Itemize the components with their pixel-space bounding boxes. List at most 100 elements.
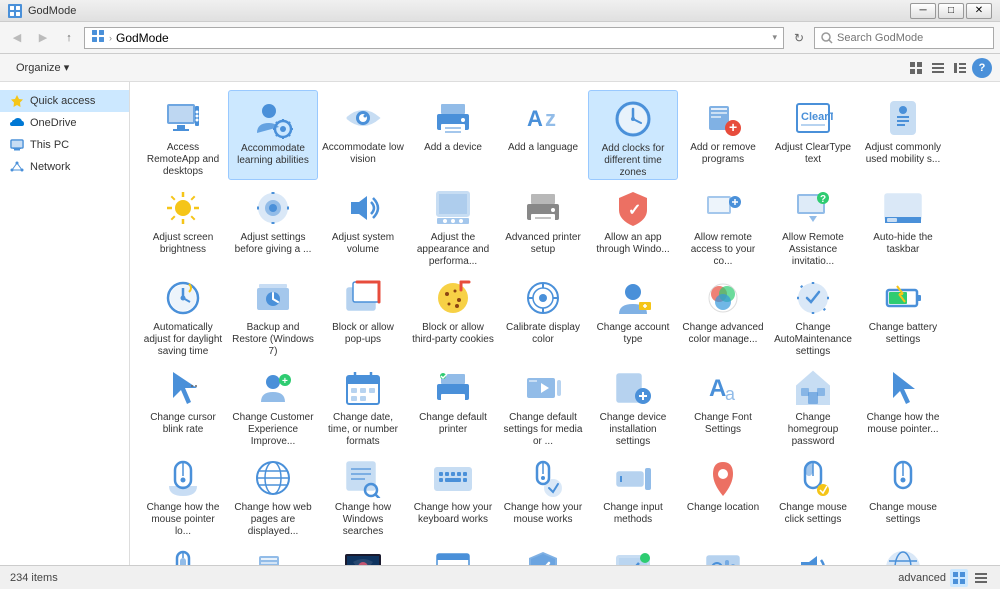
onedrive-icon (10, 116, 24, 130)
icon-item-change-mouse-settings[interactable]: Change mouse settings (858, 450, 948, 540)
icon-item-change-how-mouse[interactable]: Change how the mouse pointer... (858, 360, 948, 450)
onedrive-label: OneDrive (30, 117, 76, 129)
icon-item-calibrate-display[interactable]: Calibrate display color (498, 270, 588, 360)
icon-item-change-web-pages[interactable]: Change how web pages are displayed... (228, 450, 318, 540)
icon-item-allow-remote-assist[interactable]: ? Allow Remote Assistance invitatio... (768, 180, 858, 270)
icon-item-change-battery[interactable]: Change battery settings (858, 270, 948, 360)
organize-button[interactable]: Organize ▾ (8, 57, 77, 79)
icon-label-adjust-commonly: Adjust commonly used mobility s... (862, 142, 944, 166)
icon-item-change-mouse-click[interactable]: Change mouse click settings (768, 450, 858, 540)
icon-image-change-smartscreen (613, 548, 653, 565)
icon-item-change-auto-maintenance[interactable]: Change AutoMaintenance settings (768, 270, 858, 360)
refresh-button[interactable]: ↻ (788, 27, 810, 49)
close-button[interactable]: ✕ (966, 3, 992, 19)
icon-item-change-homegroup-pw[interactable]: Change homegroup password (768, 360, 858, 450)
icon-item-block-allow-popup[interactable]: Block or allow pop-ups (318, 270, 408, 360)
icon-image-change-auto-maintenance (793, 278, 833, 318)
icon-label-adjust-cleartype: Adjust ClearType text (772, 142, 854, 166)
icon-item-change-search-options[interactable]: Change search options for files and f... (408, 540, 498, 565)
grid-view-button[interactable] (906, 58, 926, 78)
sidebar-item-onedrive[interactable]: OneDrive (0, 112, 129, 134)
icon-item-change-remove-app[interactable]: Change or remove a program (228, 540, 318, 565)
back-button[interactable]: ◀ (6, 27, 28, 49)
icon-image-adjust-appearance (433, 188, 473, 228)
search-box[interactable] (814, 27, 994, 49)
icon-item-change-default-printer[interactable]: Change default printer (408, 360, 498, 450)
address-chevron: › (109, 33, 112, 43)
icon-item-auto-adjust-daylight[interactable]: Automatically adjust for daylight saving… (138, 270, 228, 360)
icon-label-allow-remote-assist: Allow Remote Assistance invitatio... (772, 232, 854, 266)
icon-item-adjust-commonly[interactable]: Adjust commonly used mobility s... (858, 90, 948, 180)
icon-item-adjust-cleartype[interactable]: ClearType Adjust ClearType text (768, 90, 858, 180)
maximize-button[interactable]: □ (938, 3, 964, 19)
this-pc-icon (10, 138, 24, 152)
window-controls[interactable]: ─ □ ✕ (910, 3, 992, 19)
icon-item-adjust-system-volume[interactable]: Adjust system volume (318, 180, 408, 270)
status-list-view[interactable] (972, 569, 990, 587)
icon-item-change-screen-saver[interactable]: Change screen saver (318, 540, 408, 565)
address-path[interactable]: › GodMode ▾ (84, 27, 784, 49)
icon-item-advanced-printer[interactable]: Advanced printer setup (498, 180, 588, 270)
network-icon (10, 160, 24, 174)
icon-item-change-temp-internet[interactable]: T Change temporary Internet file setting… (858, 540, 948, 565)
icon-item-change-sound-card[interactable]: Change sound card settings (678, 540, 768, 565)
icon-image-change-search-options (433, 548, 473, 565)
icon-item-adjust-appearance[interactable]: Adjust the appearance and performa... (408, 180, 498, 270)
icon-label-change-battery: Change battery settings (862, 322, 944, 346)
icon-item-change-device-install[interactable]: Change device installation settings (588, 360, 678, 450)
icon-image-change-device-install (613, 368, 653, 408)
icon-item-change-keyboard-works[interactable]: Change how your keyboard works (408, 450, 498, 540)
icon-item-change-date-time[interactable]: Change date, time, or number formats (318, 360, 408, 450)
icon-item-block-third-party[interactable]: Block or allow third-party cookies (408, 270, 498, 360)
icon-image-adjust-system-volume (343, 188, 383, 228)
icon-item-auto-hide-taskbar[interactable]: Auto-hide the taskbar (858, 180, 948, 270)
sidebar-item-quick-access[interactable]: Quick access (0, 90, 129, 112)
icon-item-accommodate-low-vision[interactable]: Accommodate low vision (318, 90, 408, 180)
icon-item-backup-restore[interactable]: Backup and Restore (Windows 7) (228, 270, 318, 360)
icon-item-add-remove-programs[interactable]: + Add or remove programs (678, 90, 768, 180)
icon-item-adjust-screen-brightness[interactable]: Adjust screen brightness (138, 180, 228, 270)
icon-image-add-remove-programs: + (703, 98, 743, 138)
icon-item-change-system-sounds[interactable]: Change system sounds (768, 540, 858, 565)
icon-item-change-location[interactable]: Change location (678, 450, 768, 540)
icon-item-accommodate-learning[interactable]: Accommodate learning abilities (228, 90, 318, 180)
icon-item-change-mouse-works[interactable]: Change how your mouse works (498, 450, 588, 540)
search-input[interactable] (837, 32, 987, 44)
icon-item-change-how-mouse-lo[interactable]: Change how the mouse pointer lo... (138, 450, 228, 540)
icon-item-change-customer[interactable]: + Change Customer Experience Improve... (228, 360, 318, 450)
icon-item-change-security-settings[interactable]: Change security settings (498, 540, 588, 565)
detail-view-button[interactable] (950, 58, 970, 78)
icon-image-change-mouse-settings (883, 458, 923, 498)
icon-item-allow-app[interactable]: ✓ Allow an app through Windo... (588, 180, 678, 270)
icon-item-change-input-methods[interactable]: Change input methods (588, 450, 678, 540)
minimize-button[interactable]: ─ (910, 3, 936, 19)
icon-item-add-device[interactable]: Add a device (408, 90, 498, 180)
icon-item-change-default-settings-media[interactable]: Change default settings for media or ... (498, 360, 588, 450)
icon-image-change-temp-internet: T (883, 548, 923, 565)
icon-item-access-remote[interactable]: Access RemoteApp and desktops (138, 90, 228, 180)
sidebar-item-this-pc[interactable]: This PC (0, 134, 129, 156)
icon-item-change-cursor-blink[interactable]: Change cursor blink rate (138, 360, 228, 450)
svg-text:A: A (709, 375, 726, 402)
icon-item-add-language[interactable]: Az Add a language (498, 90, 588, 180)
icon-label-add-remove-programs: Add or remove programs (682, 142, 764, 166)
icon-item-change-advanced-color[interactable]: Change advanced color manage... (678, 270, 768, 360)
icon-item-change-windows-searches[interactable]: Change how Windows searches (318, 450, 408, 540)
icon-item-change-font-settings[interactable]: Aa Change Font Settings (678, 360, 768, 450)
icon-item-add-clocks[interactable]: Add clocks for different time zones (588, 90, 678, 180)
status-grid-view[interactable] (950, 569, 968, 587)
icon-item-change-wheel-settings[interactable]: Change mouse wheel settings (138, 540, 228, 565)
help-button[interactable]: ? (972, 58, 992, 78)
icon-label-add-device: Add a device (424, 142, 482, 154)
forward-button[interactable]: ▶ (32, 27, 54, 49)
sidebar-item-network[interactable]: Network (0, 156, 129, 178)
icon-label-access-remote: Access RemoteApp and desktops (142, 142, 224, 176)
icon-item-change-smartscreen[interactable]: Change SmartScreen settings (588, 540, 678, 565)
icon-item-allow-remote-access[interactable]: Allow remote access to your co... (678, 180, 768, 270)
icon-item-change-account-type[interactable]: Change account type (588, 270, 678, 360)
list-view-button[interactable] (928, 58, 948, 78)
icon-item-adjust-settings-before[interactable]: Adjust settings before giving a ... (228, 180, 318, 270)
address-dropdown-chevron[interactable]: ▾ (772, 32, 777, 43)
icon-image-backup-restore (253, 278, 293, 318)
up-button[interactable]: ↑ (58, 27, 80, 49)
